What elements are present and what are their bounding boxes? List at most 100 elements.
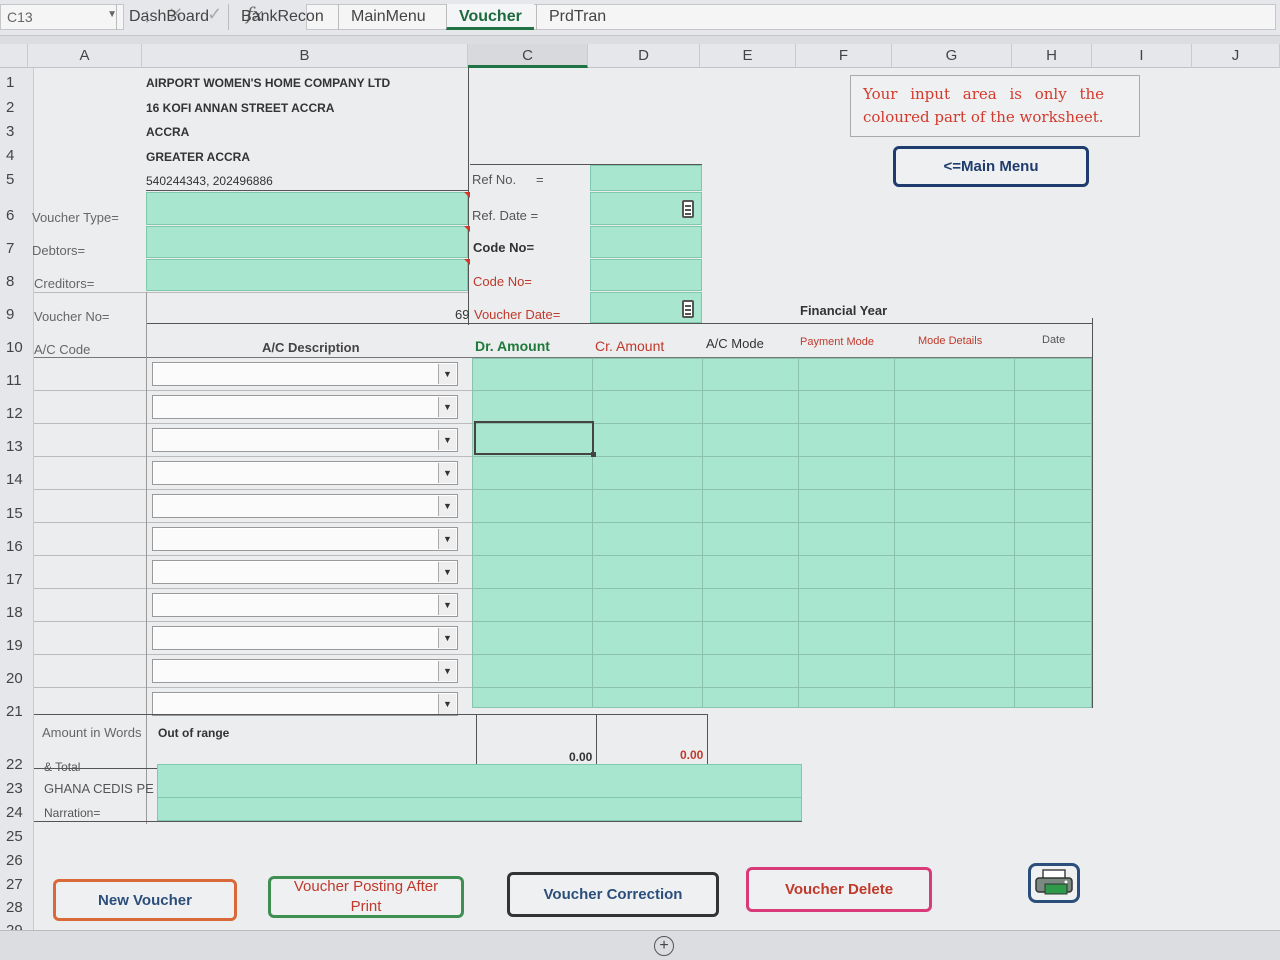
ac-description-dropdown[interactable]: ▼ <box>152 593 458 617</box>
row-header[interactable]: 24 <box>0 804 34 821</box>
ac-description-dropdown[interactable]: ▼ <box>152 626 458 650</box>
row-header[interactable]: 16 <box>0 538 34 555</box>
chevron-down-icon[interactable]: ▼ <box>438 694 456 714</box>
row-header[interactable]: 6 <box>0 207 34 224</box>
sheet-tab-bar <box>0 930 1280 960</box>
row-header[interactable]: 11 <box>0 372 34 389</box>
chevron-down-icon[interactable]: ▼ <box>438 463 456 483</box>
ac-description-dropdown[interactable]: ▼ <box>152 494 458 518</box>
row-header[interactable]: 14 <box>0 471 34 488</box>
chevron-down-icon[interactable]: ▼ <box>438 364 456 384</box>
voucher-type-input[interactable] <box>146 192 468 225</box>
chevron-down-icon[interactable]: ▼ <box>438 628 456 648</box>
chevron-down-icon[interactable]: ▼ <box>438 661 456 681</box>
divider <box>34 390 472 391</box>
calendar-icon[interactable] <box>682 200 694 218</box>
ac-description-dropdown[interactable]: ▼ <box>152 428 458 452</box>
code-no-input[interactable] <box>590 226 702 258</box>
row-header[interactable]: 8 <box>0 273 34 290</box>
creditors-label: Creditors= <box>34 276 95 291</box>
row-header[interactable]: 28 <box>0 899 34 916</box>
grid-line <box>472 687 1092 688</box>
ac-description-dropdown[interactable]: ▼ <box>152 527 458 551</box>
grid-line <box>702 358 703 708</box>
chevron-down-icon[interactable]: ▼ <box>438 430 456 450</box>
row-header[interactable]: 1 <box>0 74 34 91</box>
divider <box>1092 318 1093 708</box>
row-header[interactable]: 21 <box>0 703 34 720</box>
tab-dashboard[interactable]: DashBoard <box>116 4 221 30</box>
ac-description-dropdown[interactable]: ▼ <box>152 395 458 419</box>
chevron-down-icon[interactable]: ▼ <box>438 595 456 615</box>
calendar-icon[interactable] <box>682 300 694 318</box>
voucher-correction-button[interactable]: Voucher Correction <box>507 872 719 917</box>
row-header[interactable]: 10 <box>0 339 34 356</box>
tab-mainmenu[interactable]: MainMenu <box>338 4 438 30</box>
ac-description-dropdown[interactable]: ▼ <box>152 461 458 485</box>
creditors-input[interactable] <box>146 259 468 291</box>
column-header-a[interactable]: A <box>28 44 142 68</box>
row-header[interactable]: 22 <box>0 756 34 773</box>
row-header[interactable]: 5 <box>0 171 34 188</box>
new-voucher-button[interactable]: New Voucher <box>53 879 237 921</box>
ghana-cedis-label: GHANA CEDIS PE <box>44 781 154 796</box>
tab-bankrecon[interactable]: BankRecon <box>228 4 336 30</box>
ac-description-dropdown[interactable]: ▼ <box>152 560 458 584</box>
column-header-e[interactable]: E <box>700 44 796 68</box>
row-header[interactable]: 15 <box>0 505 34 522</box>
row-header[interactable]: 12 <box>0 405 34 422</box>
row-header[interactable]: 2 <box>0 99 34 116</box>
entry-grid[interactable] <box>472 358 1092 708</box>
column-header-h[interactable]: H <box>1012 44 1092 68</box>
add-sheet-icon[interactable]: + <box>654 936 674 956</box>
ref-no-input[interactable] <box>590 165 702 191</box>
select-all-corner[interactable] <box>0 44 28 68</box>
row-header[interactable]: 26 <box>0 852 34 869</box>
row-header[interactable]: 27 <box>0 876 34 893</box>
chevron-down-icon[interactable]: ▼ <box>438 496 456 516</box>
ac-description-dropdown[interactable]: ▼ <box>152 659 458 683</box>
active-cell-c13[interactable] <box>474 421 596 457</box>
column-header-d[interactable]: D <box>588 44 700 68</box>
row-header[interactable]: 13 <box>0 438 34 455</box>
voucher-delete-button[interactable]: Voucher Delete <box>746 867 932 912</box>
voucher-no-value: 69 <box>455 307 470 322</box>
tab-prdtran[interactable]: PrdTran <box>536 4 618 30</box>
narration-input[interactable] <box>157 797 802 821</box>
row-header[interactable]: 4 <box>0 147 34 164</box>
ac-description-dropdown[interactable]: ▼ <box>152 692 458 716</box>
print-button[interactable] <box>1028 863 1080 903</box>
chevron-down-icon[interactable]: ▼ <box>438 562 456 582</box>
comment-indicator <box>464 259 470 265</box>
cr-amount-header: Cr. Amount <box>595 338 665 354</box>
row-header[interactable]: 25 <box>0 828 34 845</box>
column-header-f[interactable]: F <box>796 44 892 68</box>
row-header[interactable]: 3 <box>0 123 34 140</box>
row-header[interactable]: 18 <box>0 604 34 621</box>
cr-total: 0.00 <box>680 748 704 762</box>
tab-voucher[interactable]: Voucher <box>446 4 534 30</box>
row-header[interactable]: 20 <box>0 670 34 687</box>
divider <box>146 323 1092 324</box>
column-header-g[interactable]: G <box>892 44 1012 68</box>
column-header-i[interactable]: I <box>1092 44 1192 68</box>
row-header[interactable]: 23 <box>0 780 34 797</box>
row-header[interactable]: 19 <box>0 637 34 654</box>
column-header-c[interactable]: C <box>468 44 588 68</box>
row-header[interactable]: 9 <box>0 306 34 323</box>
code-no-input-2[interactable] <box>590 259 702 291</box>
column-header-j[interactable]: J <box>1192 44 1280 68</box>
main-menu-button[interactable]: <=Main Menu <box>893 146 1089 187</box>
voucher-posting-button[interactable]: Voucher Posting After Print <box>268 876 464 918</box>
ac-description-dropdown[interactable]: ▼ <box>152 362 458 386</box>
row-header[interactable]: 17 <box>0 571 34 588</box>
row-header[interactable]: 7 <box>0 240 34 257</box>
printer-icon <box>1035 869 1073 895</box>
chevron-down-icon[interactable]: ▼ <box>438 529 456 549</box>
debtors-input[interactable] <box>146 226 468 258</box>
divider <box>34 687 472 688</box>
divider <box>146 292 147 824</box>
chevron-down-icon[interactable]: ▼ <box>438 397 456 417</box>
name-box[interactable]: C13 ▼ <box>0 4 124 30</box>
column-header-b[interactable]: B <box>142 44 468 68</box>
